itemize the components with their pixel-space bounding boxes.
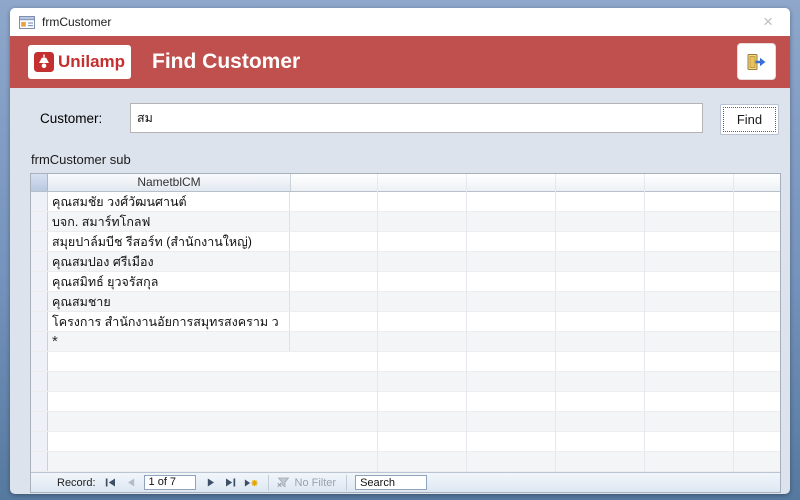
record-selector[interactable] xyxy=(31,192,48,211)
unilamp-lamp-icon xyxy=(34,52,54,72)
record-selector xyxy=(31,352,48,371)
empty-row xyxy=(31,372,780,392)
new-record-button[interactable] xyxy=(244,476,258,490)
nav-divider xyxy=(346,475,347,491)
logo-text: Unilamp xyxy=(58,52,125,72)
customer-label: Customer: xyxy=(40,111,102,126)
table-row[interactable]: คุณสมชาย xyxy=(31,292,780,312)
record-selector xyxy=(31,412,48,431)
record-selector-header[interactable] xyxy=(31,174,48,191)
new-record-icon xyxy=(244,478,258,488)
record-selector[interactable] xyxy=(31,212,48,231)
customer-name-cell[interactable]: คุณสมปอง ศรีเมือง xyxy=(48,252,290,271)
record-selector[interactable] xyxy=(31,232,48,251)
datasheet-header-row: NametblCM xyxy=(31,174,780,192)
record-selector xyxy=(31,372,48,391)
form-window: frmCustomer × Unilamp Find Customer Cust… xyxy=(10,8,790,494)
new-record-cell[interactable]: * xyxy=(48,332,290,351)
record-navigation-bar: Record: 1 of 7 xyxy=(31,472,780,492)
subform-label: frmCustomer sub xyxy=(31,152,131,167)
empty-row xyxy=(31,452,780,472)
next-record-icon xyxy=(207,478,215,487)
table-row[interactable]: คุณสมิทธ์ ยุวจรัสกุล xyxy=(31,272,780,292)
record-selector[interactable] xyxy=(31,252,48,271)
customer-name-cell[interactable]: คุณสมิทธ์ ยุวจรัสกุล xyxy=(48,272,290,291)
record-selector[interactable] xyxy=(31,312,48,331)
exit-door-icon xyxy=(745,53,769,71)
empty-row xyxy=(31,412,780,432)
form-header: Unilamp Find Customer xyxy=(10,36,790,88)
new-record-marker: * xyxy=(52,335,58,349)
record-label: Record: xyxy=(57,477,96,489)
record-selector xyxy=(31,452,48,471)
title-bar: frmCustomer × xyxy=(10,8,790,36)
empty-row xyxy=(31,432,780,452)
no-filter-label[interactable]: No Filter xyxy=(295,477,337,489)
datasheet-rows: คุณสมชัย วงศ์วัฒนศานต์ บจก. สมาร์ทโกลฟ ส… xyxy=(31,192,780,332)
unilamp-logo: Unilamp xyxy=(28,45,131,79)
next-record-button[interactable] xyxy=(204,476,218,490)
close-icon[interactable]: × xyxy=(753,8,790,36)
form-body: Customer: Find frmCustomer sub NametblCM… xyxy=(10,88,790,494)
customer-name-cell[interactable]: บจก. สมาร์ทโกลฟ xyxy=(48,212,290,231)
customer-name-cell[interactable]: คุณสมชัย วงศ์วัฒนศานต์ xyxy=(48,192,290,211)
exit-button[interactable] xyxy=(737,43,776,80)
customer-input[interactable] xyxy=(130,103,703,133)
customer-datasheet: NametblCM คุณสมชัย วงศ์วัฒนศานต์ บจก. สม… xyxy=(30,173,781,493)
find-button[interactable]: Find xyxy=(720,104,779,135)
table-row[interactable]: สมุยปาล์มบีช รีสอร์ท (สำนักงานใหญ่) xyxy=(31,232,780,252)
table-row[interactable]: บจก. สมาร์ทโกลฟ xyxy=(31,212,780,232)
table-row[interactable]: โครงการ สำนักงานอัยการสมุทรสงคราม ว xyxy=(31,312,780,332)
record-position-box[interactable]: 1 of 7 xyxy=(144,475,196,490)
page-title: Find Customer xyxy=(152,50,300,74)
customer-name-cell[interactable]: โครงการ สำนักงานอัยการสมุทรสงคราม ว xyxy=(48,312,290,331)
record-selector xyxy=(31,432,48,451)
column-header-nametblcm[interactable]: NametblCM xyxy=(48,174,291,191)
empty-row xyxy=(31,392,780,412)
record-selector[interactable] xyxy=(31,332,48,351)
empty-row xyxy=(31,352,780,372)
last-record-icon xyxy=(225,478,236,487)
previous-record-button[interactable] xyxy=(124,476,138,490)
table-row[interactable]: คุณสมปอง ศรีเมือง xyxy=(31,252,780,272)
record-selector[interactable] xyxy=(31,292,48,311)
customer-name-cell[interactable]: คุณสมชาย xyxy=(48,292,290,311)
form-icon xyxy=(19,16,35,29)
record-selector xyxy=(31,392,48,411)
no-filter-icon xyxy=(277,476,291,490)
table-row[interactable]: คุณสมชัย วงศ์วัฒนศานต์ xyxy=(31,192,780,212)
nav-divider xyxy=(268,475,269,491)
new-record-row[interactable]: * xyxy=(31,332,780,352)
customer-name-cell[interactable]: สมุยปาล์มบีช รีสอร์ท (สำนักงานใหญ่) xyxy=(48,232,290,251)
record-selector[interactable] xyxy=(31,272,48,291)
record-search-input[interactable] xyxy=(355,475,427,490)
previous-record-icon xyxy=(127,478,135,487)
window-title: frmCustomer xyxy=(42,15,753,29)
first-record-icon xyxy=(105,478,116,487)
last-record-button[interactable] xyxy=(224,476,238,490)
first-record-button[interactable] xyxy=(104,476,118,490)
